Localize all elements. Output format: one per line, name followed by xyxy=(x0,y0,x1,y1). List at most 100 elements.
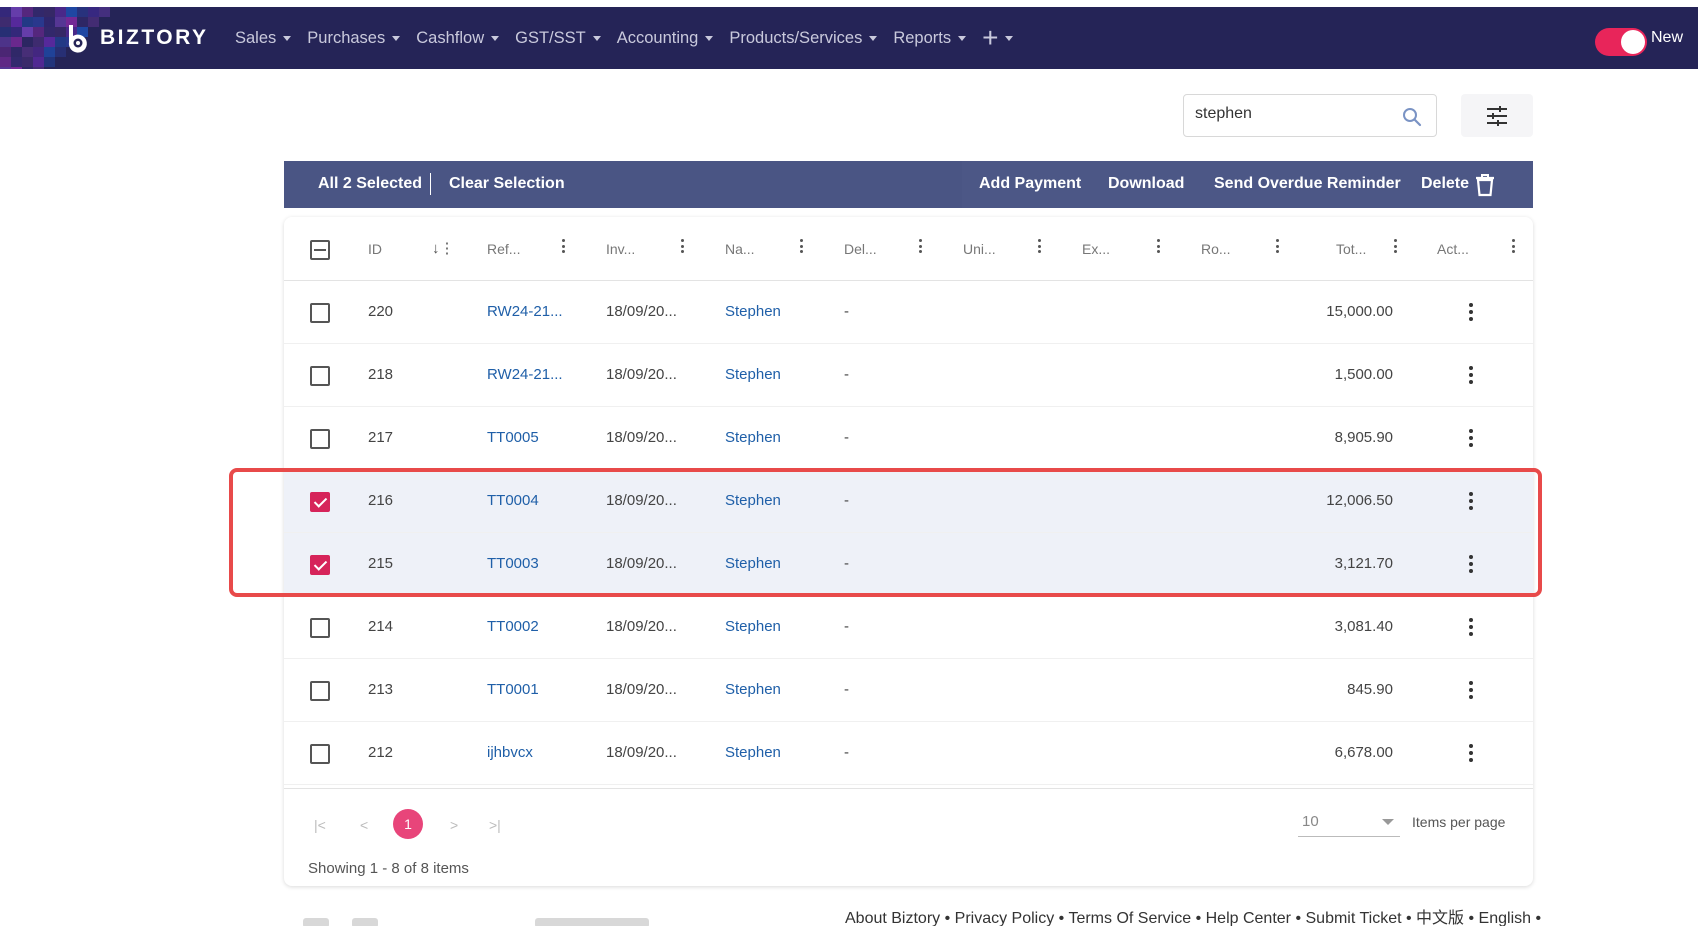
column-header-uni[interactable]: Uni... xyxy=(963,241,996,257)
mosaic-tile xyxy=(44,27,55,37)
column-menu-icon[interactable] xyxy=(1394,239,1398,255)
row-actions-menu-icon[interactable] xyxy=(1469,744,1475,764)
cell-name-link[interactable]: Stephen xyxy=(725,555,781,572)
cell-name-link[interactable]: Stephen xyxy=(725,744,781,761)
cell-ref-link[interactable]: TT0005 xyxy=(487,429,539,446)
selected-count: All 2 Selected xyxy=(318,175,423,192)
row-checkbox[interactable] xyxy=(310,744,330,764)
sort-desc-icon[interactable]: ↓⋮ xyxy=(432,239,455,257)
download-button[interactable]: Download xyxy=(1108,175,1184,193)
row-checkbox[interactable] xyxy=(310,429,330,449)
column-menu-icon[interactable] xyxy=(800,239,804,255)
column-header-del[interactable]: Del... xyxy=(844,241,877,257)
search-input[interactable] xyxy=(1195,105,1395,123)
cell-name-link[interactable]: Stephen xyxy=(725,429,781,446)
last-page-button[interactable]: >| xyxy=(489,817,501,833)
footer-link[interactable]: Submit Ticket xyxy=(1306,910,1402,926)
new-ui-toggle[interactable] xyxy=(1595,28,1647,56)
footer-link[interactable]: English xyxy=(1479,910,1531,926)
menu-purchases[interactable]: Purchases xyxy=(307,29,401,48)
column-header-ro[interactable]: Ro... xyxy=(1201,241,1231,257)
row-checkbox[interactable] xyxy=(310,681,330,701)
cell-ref-link[interactable]: ijhbvcx xyxy=(487,744,533,761)
next-page-button[interactable]: > xyxy=(450,817,458,833)
facebook-icon[interactable] xyxy=(303,918,329,926)
items-per-page-select[interactable]: 10 xyxy=(1298,805,1400,837)
column-header-id[interactable]: ID xyxy=(368,241,382,257)
menu-cashflow[interactable]: Cashflow xyxy=(416,29,500,48)
footer-link[interactable]: Privacy Policy xyxy=(955,910,1055,926)
column-menu-icon[interactable] xyxy=(681,239,685,255)
column-menu-icon[interactable] xyxy=(562,239,566,255)
search-icon[interactable] xyxy=(1402,107,1422,127)
footer-link[interactable]: Terms Of Service xyxy=(1068,910,1191,926)
row-actions-menu-icon[interactable] xyxy=(1469,303,1475,323)
cell-ref-link[interactable]: TT0001 xyxy=(487,681,539,698)
column-header-ex[interactable]: Ex... xyxy=(1082,241,1110,257)
column-menu-icon[interactable] xyxy=(1157,239,1161,255)
row-checkbox[interactable] xyxy=(310,303,330,323)
table-row[interactable]: 217 TT0005 18/09/20... Stephen - 8,905.90 xyxy=(284,407,1533,470)
column-header-tot[interactable]: Tot... xyxy=(1336,241,1366,257)
table-row[interactable]: 220 RW24-21... 18/09/20... Stephen - 15,000.0… xyxy=(284,281,1533,344)
table-row[interactable]: 213 TT0001 18/09/20... Stephen - 845.90 xyxy=(284,659,1533,722)
footer-link[interactable]: About Biztory xyxy=(845,910,940,926)
brand-logo[interactable]: BIZTORY xyxy=(62,21,209,55)
cell-delivery: - xyxy=(844,744,849,761)
add-payment-button[interactable]: Add Payment xyxy=(979,175,1081,193)
column-menu-icon[interactable] xyxy=(1512,239,1516,255)
menu-gst-sst[interactable]: GST/SST xyxy=(515,29,601,48)
table-row[interactable]: 218 RW24-21... 18/09/20... Stephen - 1,500.00 xyxy=(284,344,1533,407)
row-checkbox[interactable] xyxy=(310,366,330,386)
caret-down-icon xyxy=(869,35,878,41)
column-header-ref[interactable]: Ref... xyxy=(487,241,520,257)
cell-name-link[interactable]: Stephen xyxy=(725,492,781,509)
row-actions-menu-icon[interactable] xyxy=(1469,555,1475,575)
row-checkbox[interactable] xyxy=(310,492,330,512)
cell-ref-link[interactable]: TT0003 xyxy=(487,555,539,572)
row-checkbox[interactable] xyxy=(310,618,330,638)
clear-selection-button[interactable]: Clear Selection xyxy=(449,175,565,193)
cell-ref-link[interactable]: RW24-21... xyxy=(487,366,563,383)
cell-ref-link[interactable]: TT0002 xyxy=(487,618,539,635)
cell-name-link[interactable]: Stephen xyxy=(725,303,781,320)
send-overdue-reminder-button[interactable]: Send Overdue Reminder xyxy=(1214,175,1401,193)
table-row[interactable]: 214 TT0002 18/09/20... Stephen - 3,081.40 xyxy=(284,596,1533,659)
menu-reports[interactable]: Reports xyxy=(893,29,967,48)
column-header-name[interactable]: Na... xyxy=(725,241,755,257)
mosaic-tile xyxy=(22,37,33,47)
row-actions-menu-icon[interactable] xyxy=(1469,492,1475,512)
row-actions-menu-icon[interactable] xyxy=(1469,618,1475,638)
delete-button[interactable]: Delete xyxy=(1421,175,1469,193)
cell-name-link[interactable]: Stephen xyxy=(725,618,781,635)
footer-link[interactable]: 中文版 xyxy=(1416,910,1464,926)
cell-name-link[interactable]: Stephen xyxy=(725,366,781,383)
current-page[interactable]: 1 xyxy=(393,809,423,839)
row-actions-menu-icon[interactable] xyxy=(1469,681,1475,701)
column-settings-button[interactable] xyxy=(1461,94,1533,137)
cell-ref-link[interactable]: RW24-21... xyxy=(487,303,563,320)
column-header-inv[interactable]: Inv... xyxy=(606,241,635,257)
cell-ref-link[interactable]: TT0004 xyxy=(487,492,539,509)
menu-quick-add[interactable]: + xyxy=(982,24,1014,52)
select-all-checkbox[interactable] xyxy=(310,240,330,260)
first-page-button[interactable]: |< xyxy=(314,817,326,833)
column-menu-icon[interactable] xyxy=(1038,239,1042,255)
table-row[interactable]: 216 TT0004 18/09/20... Stephen - 12,006.50 xyxy=(284,470,1533,533)
table-row[interactable]: 212 ijhbvcx 18/09/20... Stephen - 6,678.00 xyxy=(284,722,1533,785)
trash-icon[interactable] xyxy=(1474,173,1496,197)
menu-products-services[interactable]: Products/Services xyxy=(729,29,878,48)
menu-sales[interactable]: Sales xyxy=(235,29,292,48)
prev-page-button[interactable]: < xyxy=(360,817,368,833)
column-menu-icon[interactable] xyxy=(1276,239,1280,255)
menu-accounting[interactable]: Accounting xyxy=(617,29,714,48)
table-row[interactable]: 215 TT0003 18/09/20... Stephen - 3,121.70 xyxy=(284,533,1533,596)
social-icon[interactable] xyxy=(352,918,378,926)
footer-link[interactable]: Help Center xyxy=(1206,910,1291,926)
column-header-act[interactable]: Act... xyxy=(1437,241,1469,257)
column-menu-icon[interactable] xyxy=(919,239,923,255)
row-actions-menu-icon[interactable] xyxy=(1469,366,1475,386)
row-checkbox[interactable] xyxy=(310,555,330,575)
row-actions-menu-icon[interactable] xyxy=(1469,429,1475,449)
cell-name-link[interactable]: Stephen xyxy=(725,681,781,698)
